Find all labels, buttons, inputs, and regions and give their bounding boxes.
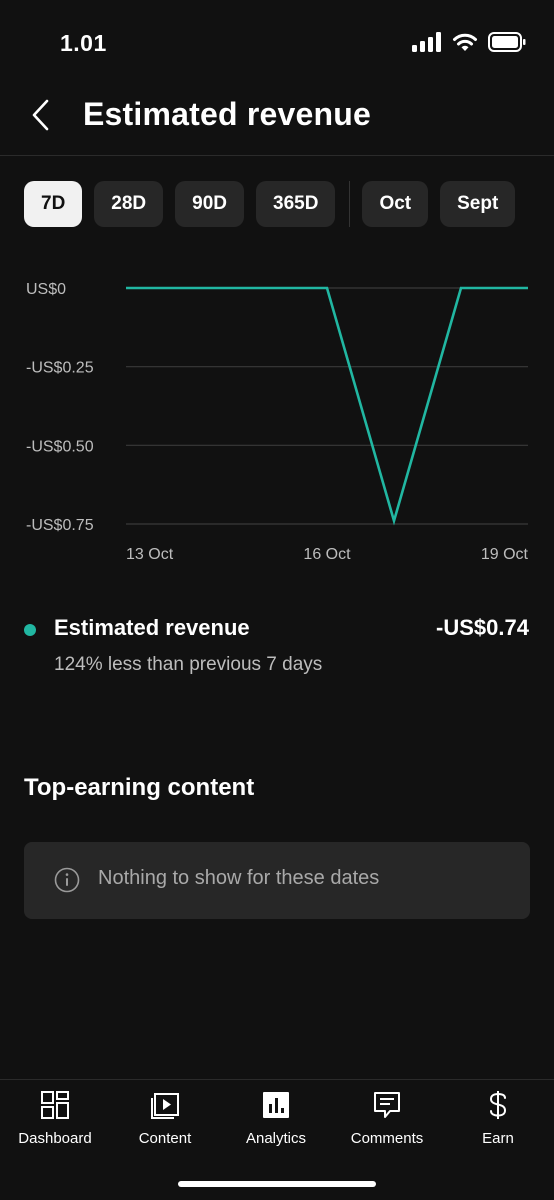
- chip-365d[interactable]: 365D: [256, 181, 336, 227]
- x-tick-label: 16 Oct: [303, 546, 351, 563]
- x-tick-label: 13 Oct: [126, 546, 174, 563]
- dashboard-icon: [38, 1088, 72, 1122]
- y-tick-label: -US$0.25: [26, 360, 94, 377]
- nav-comments[interactable]: Comments: [332, 1088, 442, 1154]
- chip-28d[interactable]: 28D: [94, 181, 164, 227]
- status-bar: 1.01: [0, 0, 554, 80]
- nav-label-earn: Earn: [482, 1130, 514, 1147]
- metric-name: Estimated revenue: [54, 615, 250, 640]
- nav-label-analytics: Analytics: [245, 1130, 307, 1147]
- comments-icon: [370, 1088, 404, 1122]
- page-title: Estimated revenue: [83, 96, 371, 132]
- chip-oct[interactable]: Oct: [362, 181, 429, 227]
- y-tick-label: -US$0.75: [26, 517, 94, 534]
- metric-comparison: 124% less than previous 7 days: [54, 654, 323, 675]
- nav-earn[interactable]: Earn: [443, 1088, 553, 1154]
- top-earning-title: Top-earning content: [24, 774, 255, 801]
- wifi-icon: [453, 33, 477, 51]
- header: Estimated revenue: [0, 80, 554, 156]
- x-tick-label: 19 Oct: [481, 546, 529, 563]
- nav-content[interactable]: Content: [110, 1088, 220, 1154]
- chip-7d[interactable]: 7D: [24, 181, 83, 227]
- y-tick-label: US$0: [26, 281, 66, 298]
- analytics-icon: [259, 1088, 293, 1122]
- y-tick-label: -US$0.50: [26, 438, 94, 455]
- back-button[interactable]: [20, 94, 62, 136]
- revenue-chart: US$0 -US$0.25 -US$0.50 -US$0.75 13 Oct 16 Oct…: [0, 260, 554, 580]
- chevron-left-icon: [32, 99, 49, 131]
- status-time: 1.01: [60, 30, 107, 56]
- nav-label-dashboard: Dashboard: [18, 1130, 92, 1147]
- empty-state: Nothing to show for these dates: [24, 842, 530, 919]
- series-line: [126, 286, 528, 526]
- chip-90d[interactable]: 90D: [175, 181, 245, 227]
- home-indicator: [178, 1181, 376, 1187]
- dollar-icon: [481, 1088, 515, 1122]
- battery-icon: [488, 32, 526, 52]
- nav-dashboard[interactable]: Dashboard: [0, 1088, 110, 1154]
- chip-divider: [349, 181, 351, 227]
- nav-label-content: Content: [138, 1130, 192, 1147]
- revenue-line-chart: US$0 -US$0.25 -US$0.50 -US$0.75 13 Oct 16 Oct…: [26, 281, 529, 563]
- metric-value: -US$0.74: [436, 615, 529, 640]
- nav-label-comments: Comments: [350, 1130, 424, 1147]
- bottom-nav: Dashboard Content Analytics Comments Ear…: [0, 1079, 554, 1200]
- cellular-signal-icon: [412, 32, 441, 52]
- chip-sept[interactable]: Sept: [440, 181, 516, 227]
- info-icon: [54, 867, 80, 893]
- content-icon: [148, 1088, 182, 1122]
- nav-analytics[interactable]: Analytics: [221, 1088, 331, 1154]
- metric-summary: Estimated revenue -US$0.74 124% less tha…: [0, 612, 554, 692]
- status-icons: [412, 32, 526, 52]
- series-color-dot: [24, 624, 36, 636]
- date-range-chips: 7D 28D 90D 365D Oct Sept: [24, 180, 554, 228]
- empty-message: Nothing to show for these dates: [98, 867, 380, 889]
